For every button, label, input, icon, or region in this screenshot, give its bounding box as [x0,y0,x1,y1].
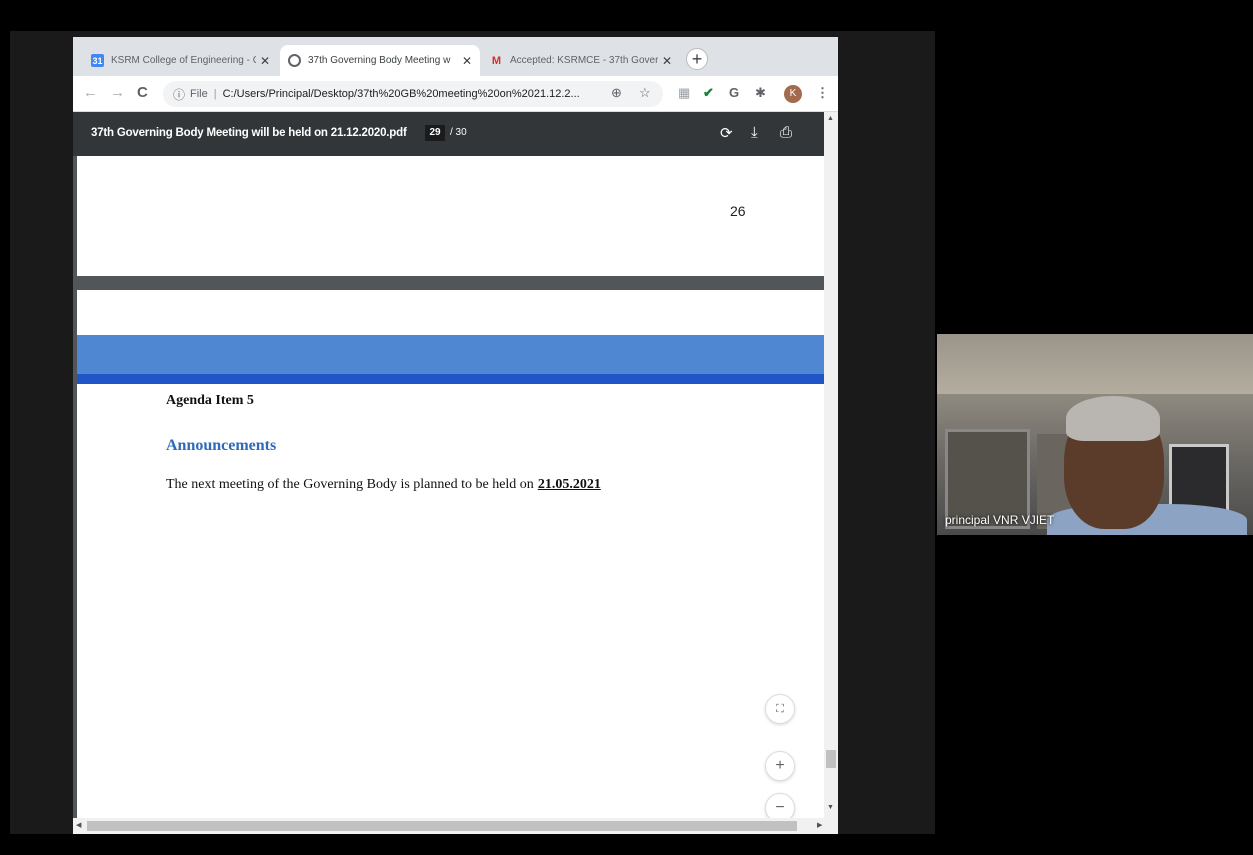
page-total: / 30 [450,127,467,138]
zoom-icon[interactable]: ⊕ [611,85,622,101]
tab-title: Accepted: KSRMCE - 37th Gover [510,55,658,66]
info-icon[interactable]: ⓘ [173,86,185,103]
scroll-left-arrow-icon[interactable]: ◀ [76,821,81,829]
profile-avatar[interactable]: K [784,85,802,103]
horizontal-scrollbar[interactable]: ◀ ▶ [73,818,838,834]
vertical-scrollbar[interactable]: ▲ ▼ [824,112,838,818]
pdf-page-current: Agenda Item 5 Announcements The next mee… [77,290,824,818]
header-band [77,335,824,374]
fit-to-page-button[interactable]: ⛶ [765,694,795,724]
grammarly-extension-icon[interactable]: G [729,85,739,100]
tab-strip: 31 KSRM College of Engineering - C ✕ 37t… [73,37,838,76]
print-icon[interactable]: ⎙ [780,124,792,141]
horizontal-scroll-thumb[interactable] [87,821,797,831]
page-number-input[interactable]: 29 [425,125,445,141]
vertical-scroll-thumb[interactable] [826,750,836,768]
participant-name-label: principal VNR VJIET [945,513,1055,527]
gmail-icon: M [491,54,502,67]
rotate-icon[interactable]: ⟳ [720,124,733,142]
next-meeting-date: 21.05.2021 [537,477,601,492]
extension-grid-icon[interactable]: ▦ [678,85,690,101]
chrome-icon [288,54,301,67]
browser-window: 31 KSRM College of Engineering - C ✕ 37t… [73,37,838,834]
extensions-puzzle-icon[interactable]: ✱ [755,85,766,101]
next-meeting-text: The next meeting of the Governing Body i… [166,477,534,492]
tab-title: KSRM College of Engineering - C [111,55,256,66]
participant-hair [1066,396,1160,441]
url-text[interactable]: C:/Users/Principal/Desktop/37th%20GB%20m… [223,88,603,100]
zoom-out-button[interactable]: − [765,793,795,818]
tab-governing-body-pdf[interactable]: 37th Governing Body Meeting w ✕ [280,45,480,76]
pdf-filename: 37th Governing Body Meeting will be held… [91,127,407,139]
new-tab-button[interactable]: + [686,48,708,70]
bookmark-star-icon[interactable]: ☆ [639,85,651,101]
scroll-right-arrow-icon[interactable]: ▶ [817,821,822,829]
url-separator: | [213,88,217,100]
next-meeting-paragraph: The next meeting of the Governing Body i… [166,477,601,493]
page-number-text: 26 [730,203,746,219]
tab-ksrm-college[interactable]: 31 KSRM College of Engineering - C ✕ [83,45,278,76]
pdf-viewer[interactable]: 26 Agenda Item 5 Announcements The next … [73,156,824,818]
zoom-in-button[interactable]: + [765,751,795,781]
pdf-page-previous: 26 [77,156,824,276]
url-scheme: File [190,88,208,100]
video-background-ceiling [937,334,1253,394]
agenda-item-heading: Agenda Item 5 [166,393,254,408]
header-band-line [77,374,824,384]
tab-gmail-accepted[interactable]: M Accepted: KSRMCE - 37th Gover ✕ [482,45,680,76]
close-tab-icon[interactable]: ✕ [462,54,472,68]
back-icon[interactable]: ← [83,84,98,101]
tab-title: 37th Governing Body Meeting w [308,55,451,66]
calendar-icon: 31 [91,54,104,67]
participant-video-tile[interactable]: principal VNR VJIET [937,334,1253,535]
browser-toolbar: ← → C ⓘ File | C:/Users/Principal/Deskto… [73,76,838,112]
checkmark-extension-icon[interactable]: ✔ [703,85,714,101]
announcements-heading: Announcements [166,437,277,454]
scroll-down-arrow-icon[interactable]: ▼ [827,804,834,811]
scroll-up-arrow-icon[interactable]: ▲ [827,115,834,122]
address-bar[interactable]: ⓘ File | C:/Users/Principal/Desktop/37th… [163,81,663,107]
close-tab-icon[interactable]: ✕ [260,54,270,68]
download-icon[interactable]: ⤓ [751,124,758,141]
reload-icon[interactable]: C [137,84,148,101]
menu-kebab-icon[interactable]: ⋮ [816,85,829,101]
pdf-toolbar: 37th Governing Body Meeting will be held… [73,112,824,156]
close-tab-icon[interactable]: ✕ [662,54,672,68]
forward-icon[interactable]: → [110,84,125,101]
